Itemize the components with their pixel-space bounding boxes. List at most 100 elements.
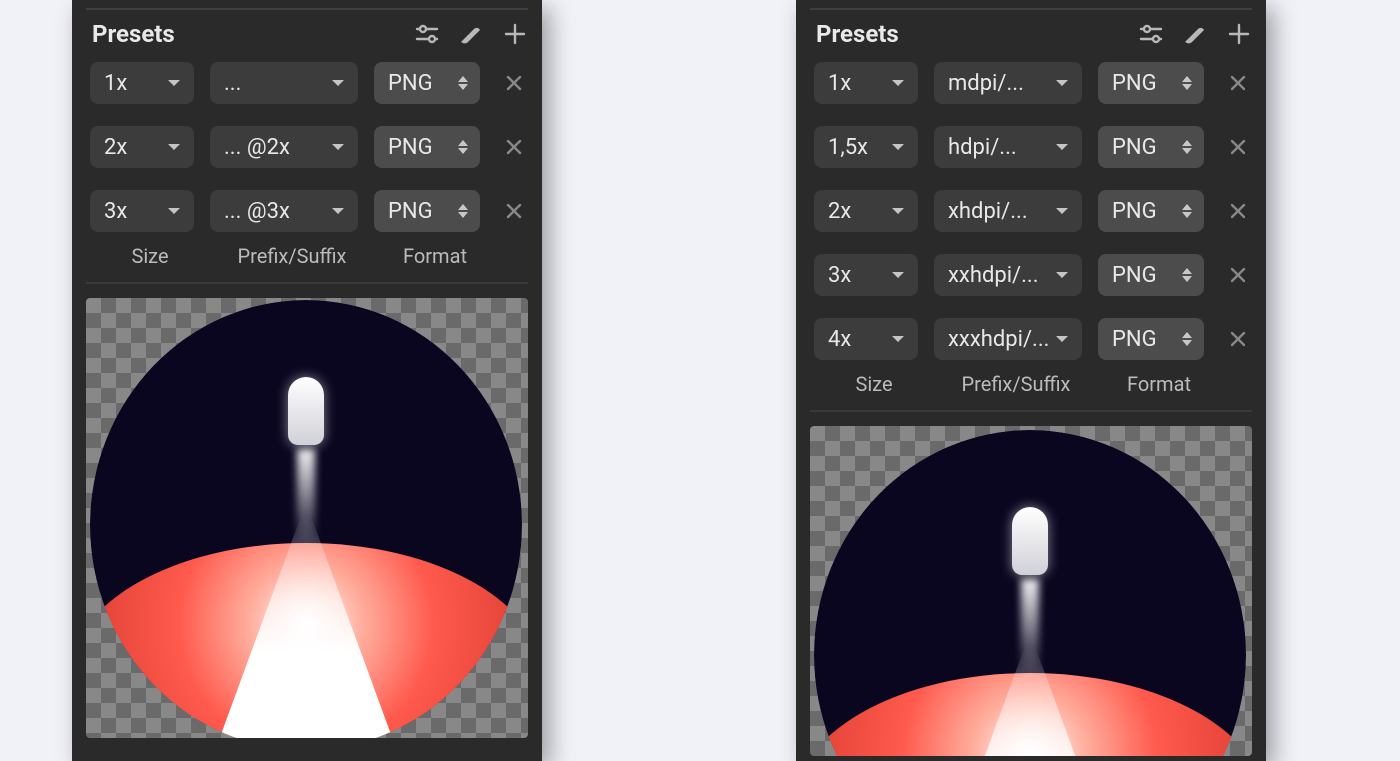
- size-value: 4x: [828, 327, 851, 352]
- format-value: PNG: [388, 199, 433, 224]
- prefix-suffix-dropdown[interactable]: hdpi/...: [934, 126, 1082, 168]
- size-dropdown[interactable]: 2x: [90, 126, 194, 168]
- prefix-value: hdpi/...: [948, 135, 1017, 160]
- prefix-value: xxhdpi/...: [948, 263, 1039, 288]
- format-dropdown[interactable]: PNG: [1098, 318, 1204, 360]
- knife-icon[interactable]: [458, 21, 484, 47]
- remove-preset-button[interactable]: [500, 197, 528, 225]
- remove-preset-button[interactable]: [1224, 69, 1252, 97]
- add-preset-icon[interactable]: [502, 21, 528, 47]
- chevron-down-icon: [328, 73, 348, 93]
- chevron-down-icon: [888, 265, 908, 285]
- export-presets-panel-right: Presets 1x mdpi/... PNG 1,5: [796, 0, 1266, 761]
- presets-header-actions: [414, 21, 528, 47]
- preset-row: 3x ... @3x PNG: [90, 190, 528, 232]
- format-dropdown[interactable]: PNG: [1098, 126, 1204, 168]
- column-label-size: Size: [90, 244, 210, 268]
- chevron-down-icon: [888, 137, 908, 157]
- column-label-prefix: Prefix/Suffix: [210, 244, 374, 268]
- preset-row: 1,5x hdpi/... PNG: [814, 126, 1252, 168]
- prefix-suffix-dropdown[interactable]: ...: [210, 62, 358, 104]
- size-dropdown[interactable]: 4x: [814, 318, 918, 360]
- stepper-icon: [1180, 203, 1198, 219]
- preview-area: [810, 426, 1252, 756]
- preview-artwork: [90, 300, 522, 738]
- format-dropdown[interactable]: PNG: [1098, 190, 1204, 232]
- remove-preset-button[interactable]: [1224, 325, 1252, 353]
- presets-title: Presets: [92, 20, 175, 48]
- preset-row: 4x xxxhdpi/... PNG: [814, 318, 1252, 360]
- format-dropdown[interactable]: PNG: [1098, 62, 1204, 104]
- stepper-icon: [1180, 139, 1198, 155]
- stepper-icon: [1180, 267, 1198, 283]
- prefix-suffix-dropdown[interactable]: xhdpi/...: [934, 190, 1082, 232]
- remove-preset-button[interactable]: [1224, 197, 1252, 225]
- preview-artwork: [814, 430, 1246, 756]
- size-dropdown[interactable]: 1,5x: [814, 126, 918, 168]
- size-dropdown[interactable]: 3x: [814, 254, 918, 296]
- settings-sliders-icon[interactable]: [414, 21, 440, 47]
- prefix-value: mdpi/...: [948, 71, 1024, 96]
- prefix-suffix-dropdown[interactable]: mdpi/...: [934, 62, 1082, 104]
- divider: [86, 282, 528, 284]
- format-value: PNG: [388, 135, 433, 160]
- presets-title: Presets: [816, 20, 899, 48]
- chevron-down-icon: [888, 329, 908, 349]
- stepper-icon: [456, 203, 474, 219]
- settings-sliders-icon[interactable]: [1138, 21, 1164, 47]
- preset-row: 1x ... PNG: [90, 62, 528, 104]
- column-labels: Size Prefix/Suffix Format: [72, 234, 542, 282]
- size-dropdown[interactable]: 3x: [90, 190, 194, 232]
- preset-rows: 1x mdpi/... PNG 1,5x hdpi/... PNG 2x xhd…: [796, 62, 1266, 362]
- size-value: 1x: [828, 71, 851, 96]
- preset-row: 3x xxhdpi/... PNG: [814, 254, 1252, 296]
- chevron-down-icon: [888, 201, 908, 221]
- knife-icon[interactable]: [1182, 21, 1208, 47]
- presets-header: Presets: [796, 10, 1266, 62]
- add-preset-icon[interactable]: [1226, 21, 1252, 47]
- format-dropdown[interactable]: PNG: [1098, 254, 1204, 296]
- size-dropdown[interactable]: 1x: [814, 62, 918, 104]
- chevron-down-icon: [1052, 137, 1072, 157]
- chevron-down-icon: [328, 201, 348, 221]
- size-value: 2x: [104, 135, 127, 160]
- size-value: 2x: [828, 199, 851, 224]
- preview-area: [86, 298, 528, 738]
- chevron-down-icon: [1052, 73, 1072, 93]
- format-value: PNG: [1112, 135, 1157, 160]
- remove-preset-button[interactable]: [1224, 133, 1252, 161]
- size-value: 3x: [828, 263, 851, 288]
- format-dropdown[interactable]: PNG: [374, 190, 480, 232]
- chevron-down-icon: [1052, 265, 1072, 285]
- remove-preset-button[interactable]: [1224, 261, 1252, 289]
- size-value: 1x: [104, 71, 127, 96]
- remove-preset-button[interactable]: [500, 133, 528, 161]
- format-value: PNG: [388, 71, 433, 96]
- chevron-down-icon: [888, 73, 908, 93]
- format-value: PNG: [1112, 263, 1157, 288]
- prefix-value: ...: [224, 71, 241, 96]
- stepper-icon: [456, 75, 474, 91]
- stepper-icon: [456, 139, 474, 155]
- format-dropdown[interactable]: PNG: [374, 62, 480, 104]
- remove-preset-button[interactable]: [500, 69, 528, 97]
- prefix-value: ... @2x: [224, 135, 290, 160]
- prefix-suffix-dropdown[interactable]: ... @3x: [210, 190, 358, 232]
- format-dropdown[interactable]: PNG: [374, 126, 480, 168]
- presets-header-actions: [1138, 21, 1252, 47]
- format-value: PNG: [1112, 199, 1157, 224]
- prefix-suffix-dropdown[interactable]: xxhdpi/...: [934, 254, 1082, 296]
- preset-row: 1x mdpi/... PNG: [814, 62, 1252, 104]
- size-dropdown[interactable]: 2x: [814, 190, 918, 232]
- prefix-suffix-dropdown[interactable]: xxxhdpi/...: [934, 318, 1082, 360]
- export-presets-panel-left: Presets 1x: [72, 0, 542, 761]
- size-value: 3x: [104, 199, 127, 224]
- prefix-suffix-dropdown[interactable]: ... @2x: [210, 126, 358, 168]
- chevron-down-icon: [1052, 201, 1072, 221]
- presets-header: Presets: [72, 10, 542, 62]
- chevron-down-icon: [1052, 329, 1072, 349]
- chevron-down-icon: [328, 137, 348, 157]
- stepper-icon: [1180, 75, 1198, 91]
- column-label-prefix: Prefix/Suffix: [934, 372, 1098, 396]
- size-dropdown[interactable]: 1x: [90, 62, 194, 104]
